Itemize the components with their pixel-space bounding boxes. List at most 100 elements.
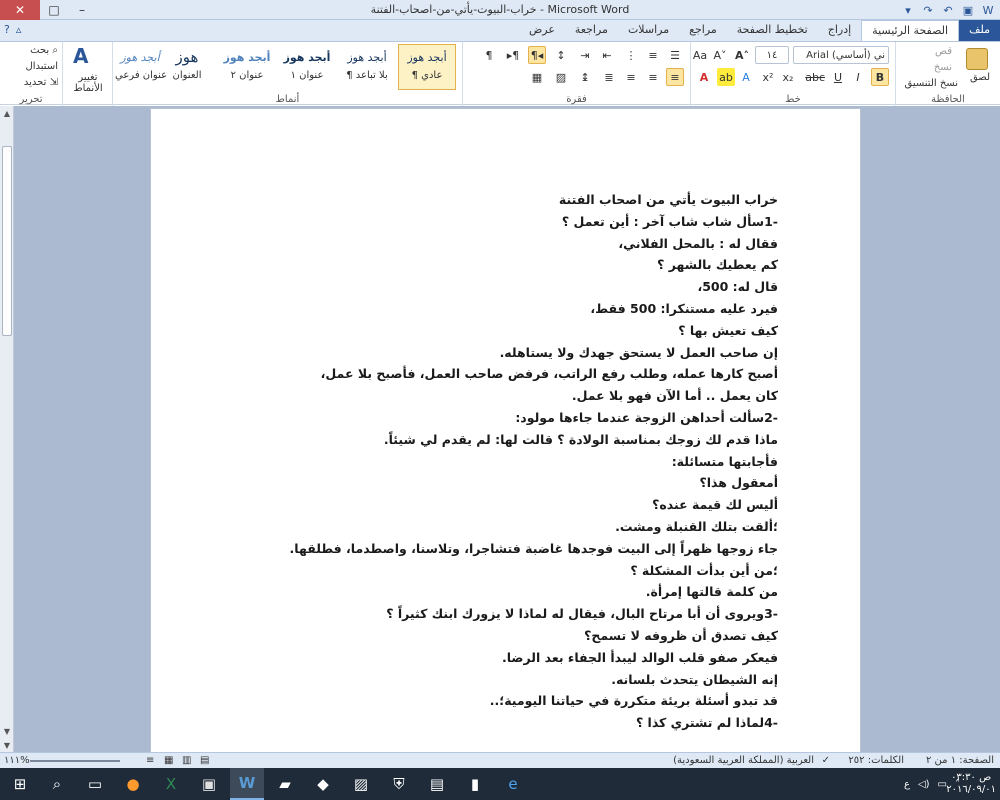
replace-button[interactable]: استبدال [26, 61, 59, 72]
excel-icon[interactable]: X [154, 768, 188, 800]
document-line[interactable]: إن صاحب العمل لا يستحق جهدك ولا يستاهله. [178, 342, 778, 364]
shading-icon[interactable]: ▨ [552, 68, 570, 86]
word-taskbar-icon[interactable]: W [230, 768, 264, 800]
justify-icon[interactable]: ≣ [600, 68, 618, 86]
document-line[interactable]: أليس لك قيمة عنده؟ [178, 494, 778, 516]
underline-icon[interactable]: U [829, 68, 847, 86]
photos-app-icon[interactable]: ▨ [344, 768, 378, 800]
document-line[interactable]: كم يعطيك بالشهر ؟ [178, 254, 778, 276]
tray-lang[interactable]: ع [904, 779, 910, 790]
view-outline-icon[interactable]: ≡ [146, 755, 154, 766]
italic-icon[interactable]: I [849, 68, 867, 86]
edge-icon[interactable]: e [496, 768, 530, 800]
paste-button[interactable]: لصق [970, 72, 990, 83]
document-line[interactable]: -1سأل شاب شاب آخر : أين تعمل ؟ [178, 211, 778, 233]
tab-references[interactable]: مراجع [679, 20, 727, 41]
document-line[interactable]: قد تبدو أسئلة بريئة متكررة في حياتنا الي… [178, 690, 778, 712]
font-name-select[interactable]: Arial (أساسي) ني [793, 46, 889, 64]
view-web-layout-icon[interactable]: ▦ [164, 755, 173, 766]
change-case-icon[interactable]: Aa [691, 46, 709, 64]
text-effects-icon[interactable]: A [737, 68, 755, 86]
vertical-scrollbar[interactable]: ▲ ▼ ▼ [0, 106, 14, 752]
save-icon[interactable]: ▣ [960, 2, 976, 18]
select-button[interactable]: تحديد ⇲ [24, 77, 58, 88]
document-line[interactable]: -2سألت أحداهن الزوجة عندما جاءها مولود: [178, 407, 778, 429]
document-line[interactable]: فيرد عليه مستنكرا: 500 فقط، [178, 298, 778, 320]
usb-device-icon[interactable]: ▮ [458, 768, 492, 800]
document-line[interactable]: جاء زوجها ظهراً إلى البيت فوجدها غاضبة ف… [178, 538, 778, 560]
tab-review[interactable]: مراجعة [565, 20, 618, 41]
app-icon[interactable]: ▣ [192, 768, 226, 800]
document-line[interactable]: ماذا قدم لك زوجك بمناسبة الولادة ؟ قالت … [178, 429, 778, 451]
change-styles-button[interactable]: تغيير الأنماط [67, 72, 109, 94]
font-color-icon[interactable]: A [695, 68, 713, 86]
firefox-icon[interactable]: ● [116, 768, 150, 800]
zoom-level[interactable]: ١١١% [4, 755, 30, 766]
scroll-up-icon[interactable]: ▲ [0, 106, 14, 120]
ltr-direction-icon[interactable]: ▸¶ [504, 46, 522, 64]
document-body[interactable]: خراب البيوت يأتي من اصحاب الفتنة -1سأل شا… [178, 189, 778, 734]
grow-font-icon[interactable]: A˄ [733, 46, 751, 64]
minimize-ribbon-icon[interactable]: ▵ [16, 23, 22, 36]
scroll-down-icon[interactable]: ▼ [0, 724, 14, 738]
style-no-spacing[interactable]: أبجد هوز ¶ بلا تباعد [338, 44, 396, 90]
find-button[interactable]: بحث ⌕ [30, 45, 58, 56]
line-spacing-icon[interactable]: ↨ [576, 68, 594, 86]
document-line[interactable]: كان يعمل .. أما الآن فهو بلا عمل. [178, 385, 778, 407]
scrollbar-thumb[interactable] [2, 146, 12, 336]
align-right-icon[interactable]: ≡ [666, 68, 684, 86]
settings-app-icon[interactable]: ▤ [420, 768, 454, 800]
document-line[interactable]: كيف تعيش بها ؟ [178, 320, 778, 342]
tab-mailings[interactable]: مراسلات [618, 20, 679, 41]
zoom-slider[interactable] [30, 760, 120, 762]
style-subtitle[interactable]: أبجد هوز عنوان فرعي [114, 44, 167, 90]
document-line[interactable]: فقال له : بالمحل الفلاني، [178, 233, 778, 255]
cut-button[interactable]: قص [935, 46, 952, 57]
document-line[interactable]: أمعقول هذا؟ [178, 472, 778, 494]
tab-view[interactable]: عرض [519, 20, 565, 41]
multilevel-list-icon[interactable]: ⋮ [622, 46, 640, 64]
style-heading-1[interactable]: أبجد هوز عنوان ١ [278, 44, 336, 90]
document-line[interactable]: خراب البيوت يأتي من اصحاب الفتنة [178, 189, 778, 211]
shrink-font-icon[interactable]: A˅ [711, 46, 729, 64]
clock[interactable]: ص ٠٣:٣٠ ٢٠١٦/٠٩/٠١ [946, 768, 996, 800]
word-count[interactable]: الكلمات: ٢٥٢ [848, 755, 904, 766]
change-styles-icon[interactable]: A [73, 44, 88, 68]
media-app-icon[interactable]: ◆ [306, 768, 340, 800]
start-icon[interactable]: ⊞ [0, 768, 40, 800]
bold-icon[interactable]: B [871, 68, 889, 86]
redo-icon[interactable]: ↷ [920, 2, 936, 18]
borders-icon[interactable]: ▦ [528, 68, 546, 86]
language-indicator[interactable]: العربية (المملكة العربية السعودية) [673, 755, 814, 766]
notes-app-icon[interactable]: ▰ [268, 768, 302, 800]
document-line[interactable]: من كلمة قالتها إمرأة. [178, 581, 778, 603]
file-explorer-icon[interactable]: ▭ [78, 768, 112, 800]
tab-file[interactable]: ملف [959, 20, 1000, 41]
highlight-icon[interactable]: ab [717, 68, 735, 86]
align-left-icon[interactable]: ≡ [622, 68, 640, 86]
font-size-select[interactable]: ١٤ [755, 46, 789, 64]
style-title[interactable]: هوز العنوان [158, 44, 216, 90]
style-normal[interactable]: أبجد هوز ¶ عادي [398, 44, 456, 90]
document-line[interactable]: إنه الشيطان يتحدث بلسانه. [178, 669, 778, 691]
paste-icon[interactable] [966, 48, 988, 70]
increase-indent-icon[interactable]: ⇥ [576, 46, 594, 64]
customize-qat-icon[interactable]: ▾ [900, 2, 916, 18]
document-line[interactable]: كيف تصدق أن ظروفه لا تسمح؟ [178, 625, 778, 647]
document-line[interactable]: ؛من أين بدأت المشكلة ؟ [178, 560, 778, 582]
show-marks-icon[interactable]: ¶ [480, 46, 498, 64]
document-line[interactable]: -4لماذا لم تشتري كذا ؟ [178, 712, 778, 734]
document-line[interactable]: فيعكر صفو قلب الوالد ليبدأ الجفاء بعد ال… [178, 647, 778, 669]
strikethrough-icon[interactable]: abc [805, 68, 825, 86]
view-print-layout-icon[interactable]: ▤ [200, 755, 209, 766]
decrease-indent-icon[interactable]: ⇤ [598, 46, 616, 64]
help-icon[interactable]: ? [4, 23, 10, 36]
undo-icon[interactable]: ↶ [940, 2, 956, 18]
proofing-icon[interactable]: ✓ [822, 755, 830, 766]
rtl-direction-icon[interactable]: ¶◂ [528, 46, 546, 64]
superscript-icon[interactable]: x² [759, 68, 777, 86]
volume-icon[interactable]: ◁) [918, 779, 930, 790]
sort-icon[interactable]: ↕ [552, 46, 570, 64]
copy-button[interactable]: نسخ [934, 62, 952, 73]
tab-home[interactable]: الصفحة الرئيسية [861, 20, 960, 41]
